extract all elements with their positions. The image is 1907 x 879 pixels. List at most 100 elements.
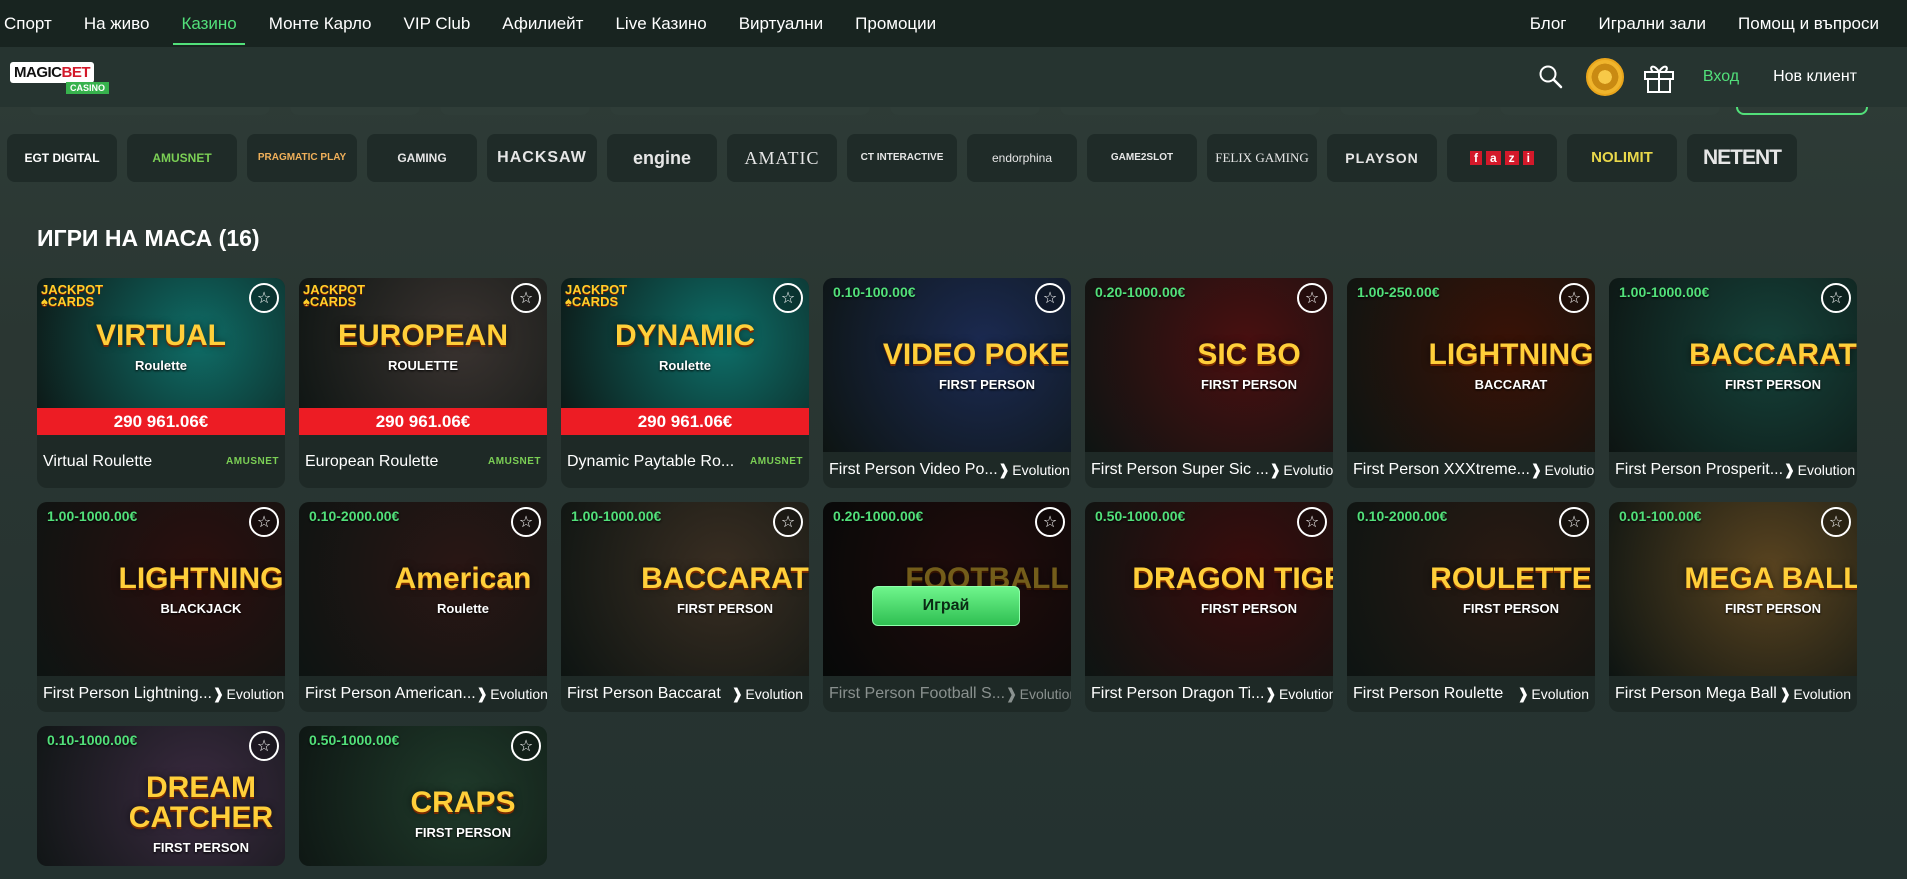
game-provider-name: AMUSNET — [226, 456, 279, 467]
nav-right-item-1[interactable]: Игрални зали — [1583, 0, 1723, 47]
favorite-star-icon[interactable]: ☆ — [249, 283, 279, 313]
game-provider-name: Evolution — [1531, 686, 1589, 702]
game-card[interactable]: SIC BO FIRST PERSON 0.20-1000.00€ ☆ First Pe… — [1085, 278, 1333, 488]
provider-fazi[interactable]: fazi — [1447, 134, 1557, 182]
game-card[interactable]: BACCARAT FIRST PERSON 1.00-1000.00€ ☆ First … — [1609, 278, 1857, 488]
favorite-star-icon[interactable]: ☆ — [1559, 507, 1589, 537]
nav-item-1[interactable]: На живо — [68, 0, 166, 47]
favorite-star-icon[interactable]: ☆ — [249, 731, 279, 761]
game-card[interactable]: LIGHTNING BLACKJACK 1.00-1000.00€ ☆ First Pe… — [37, 502, 285, 712]
favorite-star-icon[interactable]: ☆ — [249, 507, 279, 537]
nav-item-6[interactable]: Live Казино — [599, 0, 722, 47]
bet-limit: 1.00-250.00€ — [1357, 284, 1440, 300]
provider-amatic[interactable]: AMATIC — [727, 134, 837, 182]
provider-7g[interactable]: GAMING — [367, 134, 477, 182]
play-button[interactable]: Играй — [872, 586, 1020, 626]
site-logo[interactable]: MAGICBET CASINO — [10, 60, 110, 94]
game-art-sub: FIRST PERSON — [1724, 600, 1822, 616]
game-thumbnail[interactable]: DRAGON TIGER FIRST PERSON — [1085, 502, 1333, 676]
wheel-icon[interactable] — [1585, 57, 1625, 97]
search-icon[interactable] — [1531, 57, 1571, 97]
game-thumbnail[interactable]: SIC BO FIRST PERSON — [1085, 278, 1333, 452]
provider-endo[interactable]: endorphina — [967, 134, 1077, 182]
game-card[interactable]: American Roulette 0.10-2000.00€ ☆ First Pers… — [299, 502, 547, 712]
game-art-sub: Roulette — [135, 358, 187, 373]
game-card-footer: First Person Baccarat ❱ Evolution — [561, 676, 809, 712]
game-card[interactable]: BACCARAT FIRST PERSON 1.00-1000.00€ ☆ First … — [561, 502, 809, 712]
game-card[interactable]: DREAM CATCHER FIRST PERSON 0.10-1000.00€ ☆ — [37, 726, 285, 866]
provider-nolimit[interactable]: NOLIMIT — [1567, 134, 1677, 182]
game-thumbnail[interactable]: LIGHTNING BACCARAT — [1347, 278, 1595, 452]
game-title: European Roulette — [305, 452, 439, 470]
game-art-title: MEGA BALL FIRST PERSON — [1684, 563, 1857, 616]
favorite-star-icon[interactable]: ☆ — [1821, 283, 1851, 313]
game-art-title: BACCARAT FIRST PERSON — [641, 563, 809, 616]
provider-engine[interactable]: engine — [607, 134, 717, 182]
game-card-footer: First Person Super Sic ...❱Evolution — [1085, 452, 1333, 488]
logo-main: MAGIC — [14, 64, 62, 81]
game-thumbnail[interactable]: American Roulette — [299, 502, 547, 676]
game-card[interactable]: VIDEO POKER FIRST PERSON 0.10-100.00€ ☆ Firs… — [823, 278, 1071, 488]
provider-playson[interactable]: PLAYSON — [1327, 134, 1437, 182]
favorite-star-icon[interactable]: ☆ — [1559, 283, 1589, 313]
game-card[interactable]: EUROPEAN ROULETTE JACKPOT ♠CARDS 290 961.06€… — [299, 278, 547, 488]
evolution-icon: ❱ — [475, 686, 489, 703]
game-thumbnail[interactable]: MEGA BALL FIRST PERSON — [1609, 502, 1857, 676]
game-thumbnail[interactable]: LIGHTNING BLACKJACK — [37, 502, 285, 676]
game-thumbnail[interactable]: VIDEO POKER FIRST PERSON — [823, 278, 1071, 452]
provider-netent[interactable]: NETENT — [1687, 134, 1797, 182]
game-card[interactable]: DYNAMIC Roulette JACKPOT ♠CARDS 290 961.06€ ☆… — [561, 278, 809, 488]
game-art-main: American — [394, 561, 532, 595]
game-art-sub: BACCARAT — [1474, 376, 1548, 392]
game-card-footer: First Person American... ❱ Evolution — [299, 676, 547, 712]
provider-felix[interactable]: FELIX GAMING — [1207, 134, 1317, 182]
nav-item-3[interactable]: Монте Карло — [253, 0, 388, 47]
favorite-star-icon[interactable]: ☆ — [1821, 507, 1851, 537]
nav-item-5[interactable]: Афилиейт — [486, 0, 599, 47]
game-art-main: EUROPEAN — [337, 319, 509, 352]
game-thumbnail[interactable]: ROULETTE FIRST PERSON — [1347, 502, 1595, 676]
provider-g2s[interactable]: GAME2SLOT — [1087, 134, 1197, 182]
game-art-sub: FIRST PERSON — [676, 600, 774, 616]
game-title: Dynamic Paytable Ro... — [567, 452, 735, 470]
nav-item-7[interactable]: Виртуални — [723, 0, 839, 47]
game-card[interactable]: FOOTBALLSTUDIO0.20-1000.00€☆ИграйFirst P… — [823, 502, 1071, 712]
nav-item-8[interactable]: Промоции — [839, 0, 952, 47]
favorite-star-icon[interactable]: ☆ — [1297, 283, 1327, 313]
game-card[interactable]: CRAPS FIRST PERSON 0.50-1000.00€ ☆ — [299, 726, 547, 866]
provider-prag[interactable]: PRAGMATIC PLAY — [247, 134, 357, 182]
game-thumbnail[interactable]: BACCARAT FIRST PERSON — [1609, 278, 1857, 452]
game-provider: AMUSNET — [750, 456, 803, 467]
favorite-star-icon[interactable]: ☆ — [773, 507, 803, 537]
evolution-icon: ❱ — [997, 462, 1011, 479]
favorite-star-icon[interactable]: ☆ — [511, 507, 541, 537]
favorite-star-icon[interactable]: ☆ — [511, 283, 541, 313]
game-provider-name: AMUSNET — [750, 456, 803, 467]
provider-amus[interactable]: AMUSNET — [127, 134, 237, 182]
game-card[interactable]: MEGA BALL FIRST PERSON 0.01-100.00€ ☆ First … — [1609, 502, 1857, 712]
nav-item-4[interactable]: VIP Club — [388, 0, 487, 47]
nav-right-item-0[interactable]: Блог — [1514, 0, 1583, 47]
game-provider: ❱Evolution — [1517, 685, 1589, 703]
game-card[interactable]: VIRTUAL Roulette JACKPOT ♠CARDS 290 961.06€ ☆… — [37, 278, 285, 488]
header-actions: Вход Нов клиент — [1531, 57, 1907, 97]
game-card[interactable]: ROULETTE FIRST PERSON 0.10-2000.00€ ☆ First … — [1347, 502, 1595, 712]
provider-ct[interactable]: CT INTERACTIVE — [847, 134, 957, 182]
game-card[interactable]: LIGHTNING BACCARAT 1.00-250.00€ ☆ First Pers… — [1347, 278, 1595, 488]
provider-hack[interactable]: HACKSAW — [487, 134, 597, 182]
gift-icon[interactable] — [1639, 57, 1679, 97]
favorite-star-icon[interactable]: ☆ — [773, 283, 803, 313]
nav-item-0[interactable]: Спорт — [0, 0, 68, 47]
favorite-star-icon[interactable]: ☆ — [511, 731, 541, 761]
login-link[interactable]: Вход — [1693, 68, 1749, 86]
favorite-star-icon[interactable]: ☆ — [1035, 507, 1065, 537]
favorite-star-icon[interactable]: ☆ — [1297, 507, 1327, 537]
nav-item-2[interactable]: Казино — [165, 0, 252, 47]
favorite-star-icon[interactable]: ☆ — [1035, 283, 1065, 313]
game-thumbnail[interactable]: BACCARAT FIRST PERSON — [561, 502, 809, 676]
nav-right-item-2[interactable]: Помощ и въпроси — [1722, 0, 1907, 47]
provider-egt[interactable]: EGT DIGITAL — [7, 134, 117, 182]
evolution-icon: ❱ — [1783, 462, 1796, 479]
game-card[interactable]: DRAGON TIGER FIRST PERSON 0.50-1000.00€ ☆ Fi… — [1085, 502, 1333, 712]
register-link[interactable]: Нов клиент — [1763, 68, 1867, 86]
